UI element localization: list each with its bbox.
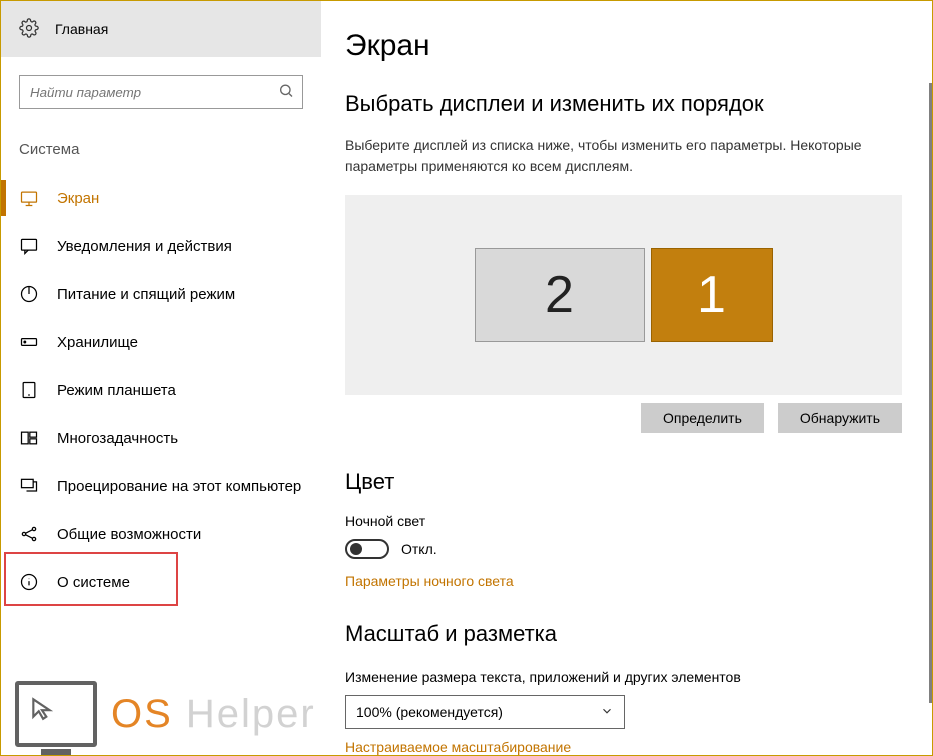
- identify-button[interactable]: Определить: [641, 403, 764, 433]
- nav-label: Многозадачность: [57, 430, 178, 447]
- cursor-icon: [29, 695, 55, 724]
- nav-label: Питание и спящий режим: [57, 286, 235, 303]
- scale-heading: Масштаб и разметка: [345, 621, 902, 647]
- nav-storage[interactable]: Хранилище: [1, 318, 321, 366]
- home-button[interactable]: Главная: [1, 1, 321, 57]
- night-light-toggle[interactable]: [345, 539, 389, 559]
- nav-notifications[interactable]: Уведомления и действия: [1, 222, 321, 270]
- nav-tablet[interactable]: Режим планшета: [1, 366, 321, 414]
- monitor-2[interactable]: 2: [475, 248, 645, 342]
- night-light-settings-link[interactable]: Параметры ночного света: [345, 573, 902, 589]
- home-label: Главная: [55, 21, 108, 37]
- nav-about[interactable]: О системе: [1, 558, 321, 606]
- section-system-label: Система: [1, 127, 321, 174]
- watermark: OS Helper: [15, 681, 316, 747]
- watermark-monitor-icon: [15, 681, 97, 747]
- nav-shared[interactable]: Общие возможности: [1, 510, 321, 558]
- monitor-1[interactable]: 1: [651, 248, 773, 342]
- night-light-label: Ночной свет: [345, 513, 902, 529]
- arrange-desc: Выберите дисплей из списка ниже, чтобы и…: [345, 135, 902, 177]
- project-icon: [19, 476, 39, 496]
- nav-label: Хранилище: [57, 334, 138, 351]
- nav-label: О системе: [57, 574, 130, 591]
- scale-value: 100% (рекомендуется): [356, 704, 503, 720]
- nav-power[interactable]: Питание и спящий режим: [1, 270, 321, 318]
- nav-display[interactable]: Экран: [1, 174, 321, 222]
- nav-projecting[interactable]: Проецирование на этот компьютер: [1, 462, 321, 510]
- display-arrange-area: 2 1: [345, 195, 902, 395]
- multitask-icon: [19, 428, 39, 448]
- search-input[interactable]: [20, 76, 302, 108]
- sidebar: Главная Система Экран Уведомления и дейс…: [1, 1, 321, 755]
- nav-multitask[interactable]: Многозадачность: [1, 414, 321, 462]
- main-content: Экран Выбрать дисплеи и изменить их поря…: [321, 1, 932, 755]
- monitor-icon: [19, 188, 39, 208]
- chevron-down-icon: [600, 704, 614, 721]
- toggle-state-label: Откл.: [401, 541, 437, 557]
- scale-dropdown[interactable]: 100% (рекомендуется): [345, 695, 625, 729]
- nav-label: Уведомления и действия: [57, 238, 232, 255]
- share-icon: [19, 524, 39, 544]
- search-icon: [278, 83, 294, 102]
- arrange-heading: Выбрать дисплеи и изменить их порядок: [345, 91, 902, 117]
- watermark-text: OS Helper: [111, 692, 316, 737]
- nav-label: Режим планшета: [57, 382, 176, 399]
- power-icon: [19, 284, 39, 304]
- color-heading: Цвет: [345, 469, 902, 495]
- custom-scale-link[interactable]: Настраиваемое масштабирование: [345, 739, 902, 755]
- storage-icon: [19, 332, 39, 352]
- gear-icon: [19, 18, 39, 41]
- page-title: Экран: [345, 29, 902, 63]
- scrollbar[interactable]: [929, 83, 932, 703]
- nav-label: Проецирование на этот компьютер: [57, 478, 301, 495]
- nav-label: Общие возможности: [57, 526, 201, 543]
- nav-label: Экран: [57, 190, 99, 207]
- info-icon: [19, 572, 39, 592]
- chat-icon: [19, 236, 39, 256]
- scale-label: Изменение размера текста, приложений и д…: [345, 669, 902, 685]
- tablet-icon: [19, 380, 39, 400]
- search-input-wrap: [19, 75, 303, 109]
- detect-button[interactable]: Обнаружить: [778, 403, 902, 433]
